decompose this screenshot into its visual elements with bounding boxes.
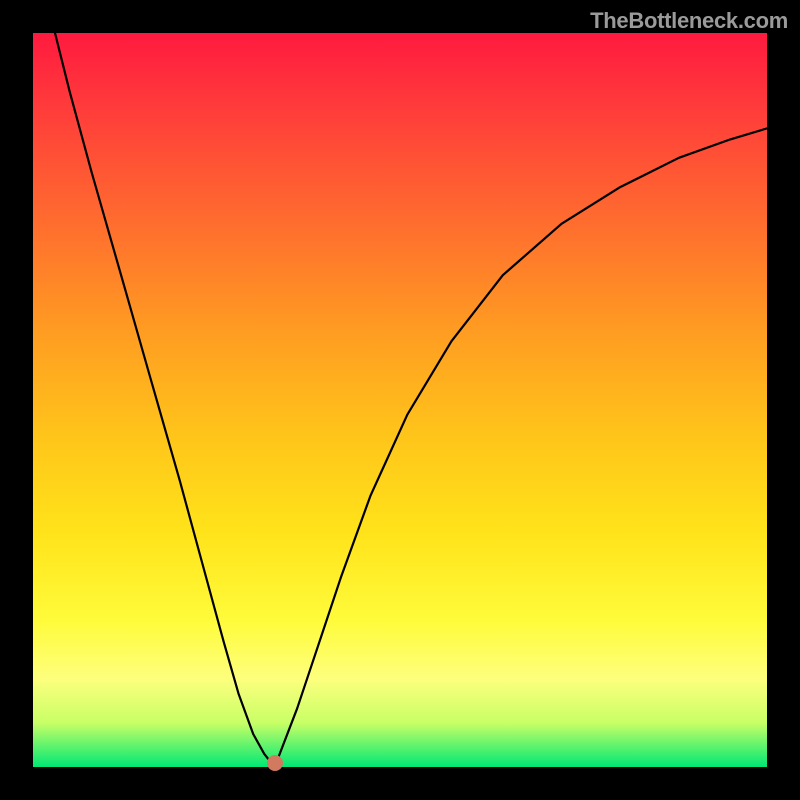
plot-area — [33, 33, 767, 767]
optimal-point-marker — [267, 755, 283, 771]
curve-svg — [33, 33, 767, 767]
watermark-text: TheBottleneck.com — [590, 8, 788, 34]
chart-frame: TheBottleneck.com — [0, 0, 800, 800]
bottleneck-curve — [55, 33, 767, 763]
